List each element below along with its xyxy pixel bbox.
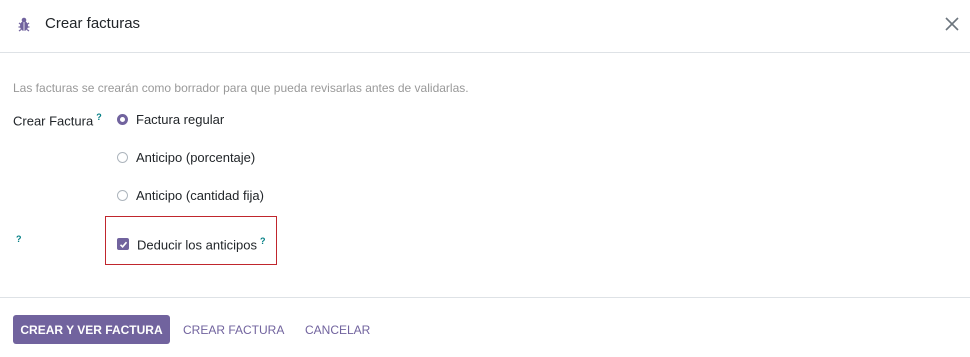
radio-button[interactable] bbox=[117, 189, 128, 201]
cancel-button[interactable]: CANCELAR bbox=[305, 315, 370, 344]
dialog-title: Crear facturas bbox=[45, 15, 141, 32]
deduct-row-help-icon[interactable]: ? bbox=[16, 234, 22, 244]
draft-notice: Las facturas se crearán como borrador pa… bbox=[13, 81, 469, 95]
invoice-type-label-text: Crear Factura bbox=[13, 113, 94, 129]
create-invoice-button[interactable]: CREAR FACTURA bbox=[183, 315, 284, 344]
radio-label[interactable]: Anticipo (cantidad fija) bbox=[136, 188, 264, 203]
invoice-type-help-icon[interactable]: ? bbox=[96, 112, 102, 122]
radio-button-checked[interactable] bbox=[117, 113, 128, 125]
create-and-view-invoice-button[interactable]: CREAR Y VER FACTURA bbox=[13, 315, 170, 344]
checkbox-checked-icon[interactable] bbox=[117, 238, 129, 250]
bug-icon bbox=[18, 17, 30, 32]
radio-factura-regular[interactable]: Factura regular bbox=[117, 111, 224, 127]
dialog-header: Crear facturas bbox=[0, 0, 970, 53]
radio-button[interactable] bbox=[117, 151, 128, 163]
invoice-type-label: Crear Factura? bbox=[13, 112, 102, 128]
deduct-help-icon[interactable]: ? bbox=[260, 236, 266, 246]
close-icon[interactable] bbox=[943, 15, 961, 33]
radio-label[interactable]: Factura regular bbox=[136, 112, 224, 127]
deduct-label-text[interactable]: Deducir los anticipos bbox=[137, 237, 257, 252]
deduct-down-payments-checkbox[interactable]: Deducir los anticipos? bbox=[117, 236, 265, 252]
radio-anticipo-cantidad-fija[interactable]: Anticipo (cantidad fija) bbox=[117, 187, 264, 203]
radio-label[interactable]: Anticipo (porcentaje) bbox=[136, 150, 255, 165]
deduct-label[interactable]: Deducir los anticipos? bbox=[137, 236, 265, 252]
radio-anticipo-porcentaje[interactable]: Anticipo (porcentaje) bbox=[117, 149, 255, 165]
